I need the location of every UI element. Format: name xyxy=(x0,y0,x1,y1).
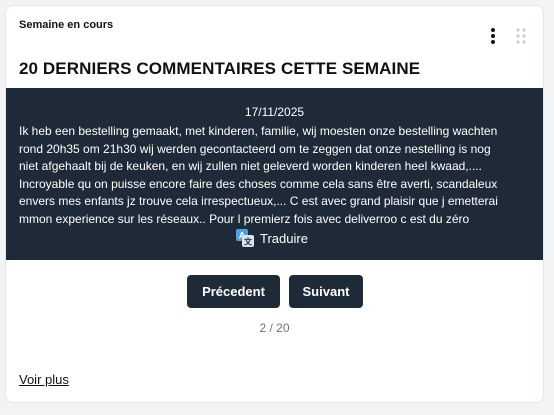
drag-handle-icon xyxy=(516,28,526,44)
comments-widget: Semaine en cours 20 DERNIERS COMMENTAIRE… xyxy=(5,5,544,403)
more-vertical-icon xyxy=(491,28,495,44)
translate-label: Traduire xyxy=(260,230,308,246)
translate-icon: A 文 xyxy=(236,229,254,247)
next-button[interactable]: Suivant xyxy=(289,275,363,308)
more-menu-button[interactable] xyxy=(486,27,500,45)
drag-handle[interactable] xyxy=(514,27,528,45)
period-label: Semaine en cours xyxy=(19,19,114,31)
widget-title: 20 DERNIERS COMMENTAIRES CETTE SEMAINE xyxy=(19,59,421,78)
comment-panel: 17/11/2025 Ik heb een bestelling gemaakt… xyxy=(6,88,543,260)
previous-button[interactable]: Précedent xyxy=(187,275,280,308)
comment-text: Ik heb een bestelling gemaakt, met kinde… xyxy=(19,124,498,226)
page-indicator: 2 / 20 xyxy=(259,321,290,335)
translate-button[interactable]: A 文 Traduire xyxy=(236,227,308,249)
svg-text:文: 文 xyxy=(244,237,253,247)
comment-date: 17/11/2025 xyxy=(244,105,305,119)
see-more-link[interactable]: Voir plus xyxy=(19,372,69,387)
